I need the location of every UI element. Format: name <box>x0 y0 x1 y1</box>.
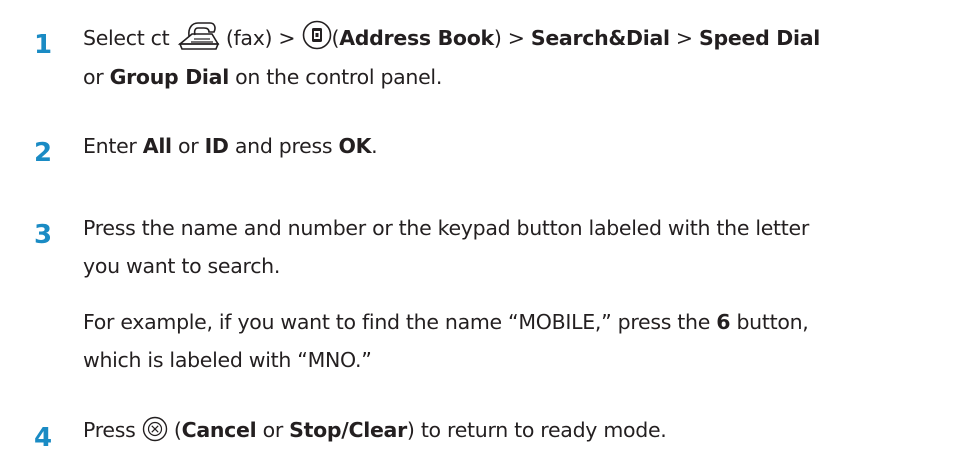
fax-icon <box>176 20 220 52</box>
step-text: or <box>83 65 104 89</box>
step-text: on the control panel. <box>235 65 443 89</box>
step-text: Press <box>83 418 136 442</box>
step-3-line-2: you want to search. <box>83 254 281 278</box>
stop-clear-label: Stop/Clear <box>289 418 407 442</box>
cancel-icon <box>142 416 168 442</box>
step-number: 1 <box>34 30 53 60</box>
six-button-label: 6 <box>716 310 731 334</box>
step-3-line-1: Press the name and number or the keypad … <box>83 216 809 240</box>
step-number: 4 <box>34 423 53 453</box>
step-text: (fax) > <box>225 26 296 50</box>
step-text: . <box>371 134 378 158</box>
step-text: For example, if you want to find the nam… <box>83 310 711 334</box>
step-2-line-1: Enter All or ID and press OK. <box>83 128 976 165</box>
speed-dial-label: Speed Dial <box>699 26 820 50</box>
id-label: ID <box>204 134 229 158</box>
step-text: > <box>675 26 693 50</box>
step-4-line-1: Press (Cancel or Stop/Clear) to return t… <box>83 412 976 449</box>
step-text: Select ct <box>83 26 170 50</box>
address-book-icon <box>302 20 332 50</box>
step-3-example-line-2: which is labeled with “MNO.” <box>83 348 372 372</box>
ok-label: OK <box>338 134 372 158</box>
step-text: ( <box>173 418 182 442</box>
step-text: or <box>178 134 199 158</box>
group-dial-label: Group Dial <box>109 65 230 89</box>
step-text: or <box>262 418 284 442</box>
step-number: 3 <box>34 220 53 250</box>
step-text: and press <box>234 134 333 158</box>
search-dial-label: Search&Dial <box>530 26 670 50</box>
step-1-line-2: or Group Dial on the control panel. <box>83 59 976 96</box>
step-3-example-line-1: For example, if you want to find the nam… <box>83 304 976 341</box>
cancel-label: Cancel <box>181 418 257 442</box>
step-text: Enter <box>83 134 137 158</box>
step-number: 2 <box>34 138 53 168</box>
step-text: button, <box>736 310 809 334</box>
step-1-line-1: Select ct (fax) > (Address Book) > Searc… <box>83 20 976 57</box>
step-text: ) to return to ready mode. <box>406 418 667 442</box>
step-text: ) > <box>493 26 525 50</box>
address-book-label: Address Book <box>339 26 494 50</box>
all-label: All <box>142 134 172 158</box>
